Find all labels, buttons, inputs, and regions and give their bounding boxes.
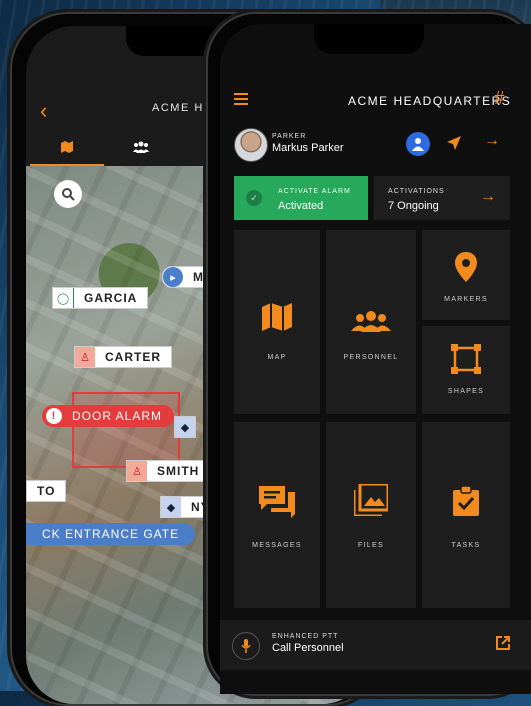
ptt-label: ENHANCED PTT xyxy=(272,633,339,640)
tile-label: FILES xyxy=(358,542,384,549)
right-phone: ACME HEADQUARTERS # PARKER Markus Parker… xyxy=(206,12,531,696)
people-icon xyxy=(351,311,391,332)
forward-arrow-icon[interactable]: → xyxy=(484,132,500,150)
back-icon[interactable]: ‹ xyxy=(40,98,47,124)
badge-icon: ◆ xyxy=(161,497,181,517)
messages-icon xyxy=(259,486,295,518)
pedestrian-icon: ♙ xyxy=(75,347,95,367)
external-link-icon xyxy=(496,636,510,650)
bicycle-icon: ◯ xyxy=(53,288,74,308)
map-icon xyxy=(262,303,292,331)
user-role: PARKER xyxy=(272,133,307,140)
tile-shapes[interactable]: SHAPES xyxy=(422,326,510,414)
location-button[interactable] xyxy=(446,135,462,156)
map-pin-garcia[interactable]: ◯ GARCIA xyxy=(52,287,149,309)
tile-label: SHAPES xyxy=(447,388,485,395)
tile-messages[interactable]: MESSAGES xyxy=(234,422,320,608)
tile-files[interactable]: FILES xyxy=(326,422,416,608)
tile-tasks[interactable]: TASKS xyxy=(422,422,510,608)
map-pin-carter[interactable]: ♙ CARTER xyxy=(74,346,172,368)
alarm-label: ACTIVATE ALARM xyxy=(278,188,351,195)
avatar[interactable] xyxy=(234,128,268,162)
page-title: ACME HE xyxy=(152,102,213,114)
door-alarm-label: DOOR ALARM xyxy=(72,409,163,423)
right-phone-screen: ACME HEADQUARTERS # PARKER Markus Parker… xyxy=(220,24,531,694)
pin-label: CARTER xyxy=(105,350,161,364)
map-pin-police[interactable]: ◆ xyxy=(174,416,196,438)
alarm-status: Activated xyxy=(278,200,324,212)
tile-label: PERSONNEL xyxy=(343,354,399,361)
menu-icon[interactable] xyxy=(234,90,248,108)
page-title: ACME HEADQUARTERS xyxy=(348,94,512,108)
entrance-gate-marker[interactable]: CK ENTRANCE GATE xyxy=(26,523,196,545)
megaphone-icon: ▸ xyxy=(163,267,183,287)
microphone-button[interactable] xyxy=(232,632,260,660)
pin-label: SMITH xyxy=(157,464,200,478)
tile-label: MARKERS xyxy=(444,296,488,303)
navigation-arrow-icon xyxy=(447,136,461,150)
door-alarm-marker[interactable]: ! DOOR ALARM xyxy=(42,405,175,427)
open-external-button[interactable] xyxy=(496,636,510,655)
map-pin-to[interactable]: TO xyxy=(26,480,67,502)
tile-personnel[interactable]: PERSONNEL xyxy=(326,230,416,414)
forward-arrow-icon: → xyxy=(480,188,496,205)
activate-alarm-card[interactable]: ✓ ACTIVATE ALARM Activated xyxy=(234,176,368,220)
location-pin-icon xyxy=(455,252,477,282)
microphone-icon xyxy=(241,639,251,653)
map-pin-smith[interactable]: ♙ SMITH xyxy=(126,460,211,482)
activations-label: ACTIVATIONS xyxy=(388,188,445,195)
map-search-button[interactable] xyxy=(54,180,82,208)
badge-icon: ◆ xyxy=(175,417,195,437)
profile-button[interactable] xyxy=(406,132,430,156)
people-icon xyxy=(133,141,149,153)
tile-markers[interactable]: MARKERS xyxy=(422,230,510,320)
pin-label: GARCIA xyxy=(84,291,138,305)
pedestrian-icon: ♙ xyxy=(127,461,147,481)
user-name: Markus Parker xyxy=(272,142,344,154)
pin-label: TO xyxy=(37,484,56,498)
enhanced-ptt-bar[interactable]: ENHANCED PTT Call Personnel xyxy=(220,620,531,670)
gallery-icon xyxy=(354,484,388,516)
check-icon: ✓ xyxy=(246,190,262,206)
search-icon xyxy=(62,188,75,201)
activations-card[interactable]: ACTIVATIONS 7 Ongoing → xyxy=(374,176,510,220)
tile-label: MAP xyxy=(267,354,287,361)
alarm-geofence[interactable] xyxy=(72,392,180,468)
map-icon xyxy=(61,141,73,153)
tile-label: TASKS xyxy=(451,542,481,549)
tab-map[interactable] xyxy=(30,130,104,167)
gate-label: CK ENTRANCE GATE xyxy=(42,527,180,541)
tile-label: MESSAGES xyxy=(252,542,302,549)
phone-notch xyxy=(314,24,424,54)
activations-count: 7 Ongoing xyxy=(388,200,439,212)
alert-icon: ! xyxy=(46,408,62,424)
tab-personnel[interactable] xyxy=(104,130,178,164)
hash-icon[interactable]: # xyxy=(494,88,504,109)
shape-square-icon xyxy=(451,344,481,374)
ptt-action: Call Personnel xyxy=(272,642,344,654)
person-icon xyxy=(412,138,424,151)
tile-map[interactable]: MAP xyxy=(234,230,320,414)
clipboard-check-icon xyxy=(453,486,479,516)
